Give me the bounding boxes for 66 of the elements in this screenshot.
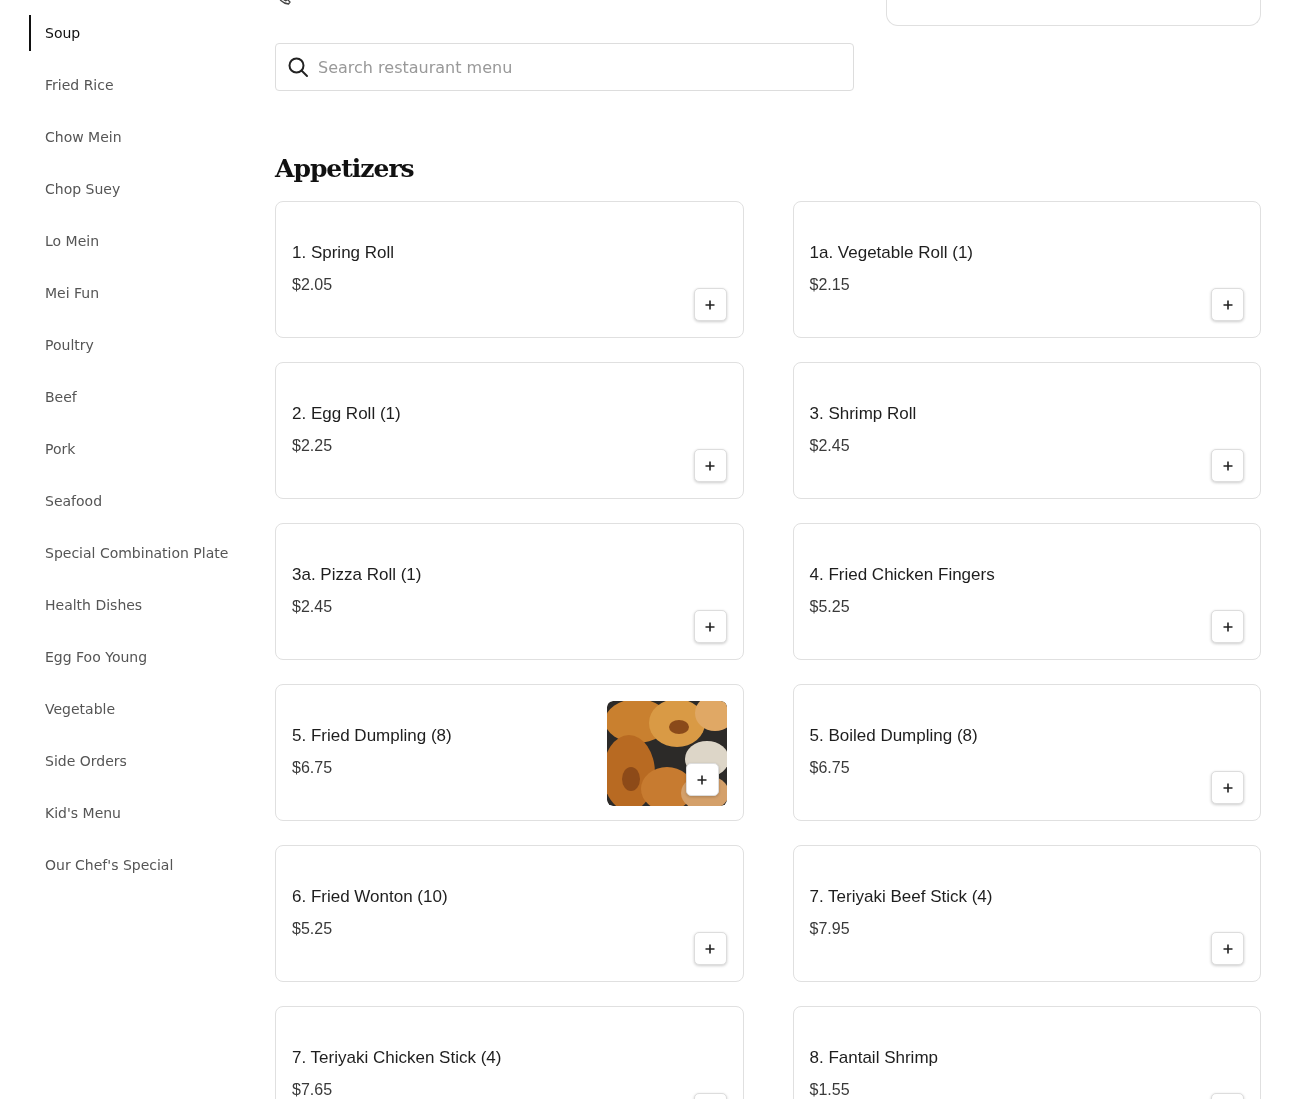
category-link[interactable]: Egg Foo Young — [29, 639, 275, 675]
item-name: 5. Fried Dumpling (8) — [292, 726, 452, 746]
item-name: 1. Spring Roll — [292, 243, 395, 263]
menu-item-card[interactable]: 6. Fried Wonton (10) $5.25 — [275, 845, 744, 982]
item-name: 5. Boiled Dumpling (8) — [809, 726, 978, 746]
plus-icon — [1221, 298, 1234, 311]
menu-item-card[interactable]: 4. Fried Chicken Fingers $5.25 — [792, 523, 1261, 660]
plus-icon — [1221, 781, 1234, 794]
category-link[interactable]: Kid's Menu — [29, 795, 275, 831]
category-link[interactable]: Pork — [29, 431, 275, 467]
plus-icon — [1221, 459, 1234, 472]
item-price: $1.55 — [809, 1080, 850, 1099]
item-name: 3. Shrimp Roll — [809, 404, 917, 424]
plus-icon — [696, 773, 708, 786]
category-link[interactable]: Side Orders — [29, 743, 275, 779]
category-link[interactable]: Health Dishes — [29, 587, 275, 623]
category-link[interactable]: Mei Fun — [29, 275, 275, 311]
category-link[interactable]: Chow Mein — [29, 119, 275, 155]
category-link[interactable]: Soup — [29, 15, 275, 51]
category-link[interactable]: Poultry — [29, 327, 275, 363]
menu-item-card[interactable]: 5. Boiled Dumpling (8) $6.75 — [792, 684, 1261, 821]
item-name: 7. Teriyaki Beef Stick (4) — [809, 887, 993, 907]
item-name: 4. Fried Chicken Fingers — [809, 565, 995, 585]
item-price: $5.25 — [292, 919, 333, 939]
plus-icon — [704, 942, 716, 955]
plus-icon — [704, 459, 716, 472]
item-price: $7.95 — [809, 919, 850, 939]
item-price: $6.75 — [809, 758, 850, 778]
menu-item-card[interactable]: 5. Fried Dumpling (8) $6.75 — [275, 684, 744, 821]
plus-icon — [1221, 620, 1234, 633]
item-price: $6.75 — [292, 758, 333, 778]
section-heading: Appetizers — [275, 153, 414, 185]
plus-icon — [1221, 942, 1234, 955]
search-icon — [287, 56, 309, 78]
menu-item-card[interactable]: 7. Teriyaki Beef Stick (4) $7.95 — [792, 845, 1261, 982]
plus-icon — [704, 620, 716, 633]
menu-item-card[interactable]: 2. Egg Roll (1) $2.25 — [275, 362, 744, 499]
item-price: $2.25 — [292, 436, 333, 456]
menu-item-card[interactable]: 3a. Pizza Roll (1) $2.45 — [275, 523, 744, 660]
item-price: $2.05 — [292, 275, 333, 295]
item-name: 3a. Pizza Roll (1) — [292, 565, 422, 585]
item-price: $2.45 — [809, 436, 850, 456]
menu-item-card[interactable]: 1a. Vegetable Roll (1) $2.15 — [792, 201, 1261, 338]
category-link[interactable]: Lo Mein — [29, 223, 275, 259]
item-name: 6. Fried Wonton (10) — [292, 887, 448, 907]
item-price: $5.25 — [809, 597, 850, 617]
item-name: 7. Teriyaki Chicken Stick (4) — [292, 1048, 502, 1068]
search-field[interactable]: Search restaurant menu — [275, 43, 854, 91]
plus-icon — [704, 298, 716, 311]
menu-item-card[interactable]: 3. Shrimp Roll $2.45 — [792, 362, 1261, 499]
item-price: $7.65 — [292, 1080, 333, 1099]
category-link[interactable]: Chop Suey — [29, 171, 275, 207]
item-name: 1a. Vegetable Roll (1) — [809, 243, 973, 263]
category-link[interactable]: Our Chef's Special — [29, 847, 275, 883]
category-link[interactable]: Vegetable — [29, 691, 275, 727]
item-price: $2.45 — [292, 597, 333, 617]
category-link[interactable]: Beef — [29, 379, 275, 415]
menu-item-card[interactable]: 8. Fantail Shrimp $1.55 — [792, 1006, 1261, 1099]
item-name: 8. Fantail Shrimp — [809, 1048, 938, 1068]
category-link[interactable]: Fried Rice — [29, 67, 275, 103]
item-name: 2. Egg Roll (1) — [292, 404, 401, 424]
category-link[interactable]: Seafood — [29, 483, 275, 519]
menu-item-card[interactable]: 7. Teriyaki Chicken Stick (4) $7.65 — [275, 1006, 744, 1099]
menu-item-card[interactable]: 1. Spring Roll $2.05 — [275, 201, 744, 338]
category-link[interactable]: Special Combination Plate — [29, 535, 275, 571]
item-price: $2.15 — [809, 275, 850, 295]
